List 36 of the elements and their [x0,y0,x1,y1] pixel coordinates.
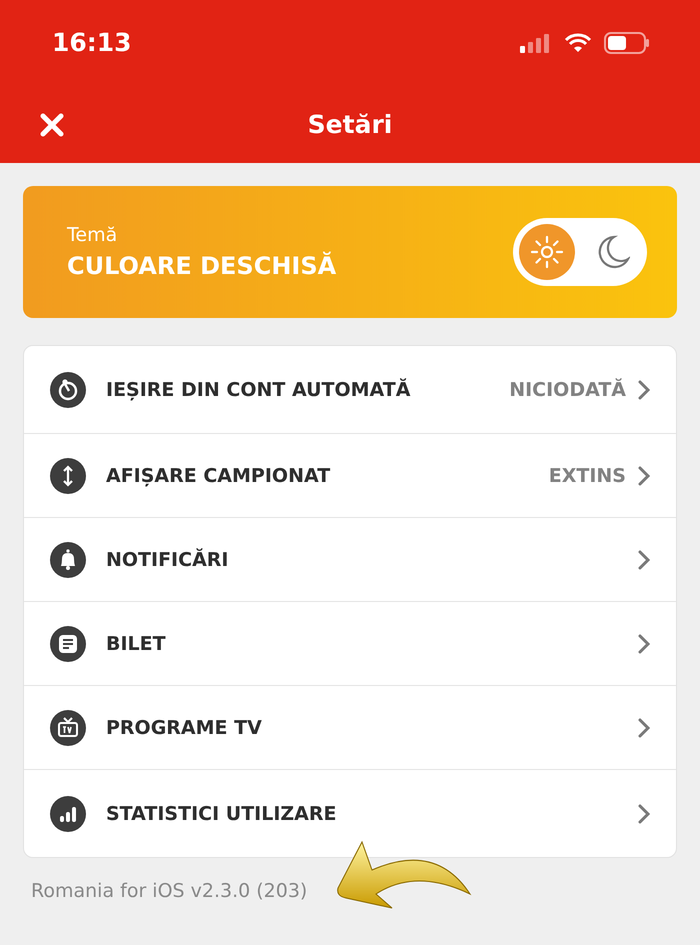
chevron-icon [638,718,650,738]
setting-value: EXTINS [548,464,626,486]
battery-icon [604,32,650,54]
tv-icon [50,710,86,746]
setting-label: NOTIFICĂRI [106,548,230,570]
chevron-icon [638,634,650,654]
wifi-icon [564,32,592,52]
settings-row[interactable]: PROGRAME TV [24,685,676,769]
bar-chart-icon [50,796,86,832]
document-icon [50,626,86,662]
theme-value: CULOARE DESCHISĂ [67,252,336,280]
setting-label: AFIȘARE CAMPIONAT [106,464,332,486]
status-time: 16:13 [52,28,132,57]
chevron-icon [638,550,650,570]
setting-label: PROGRAME TV [106,716,263,738]
signal-icon [520,32,552,52]
settings-row[interactable]: BILET [24,601,676,685]
settings-row[interactable]: IEȘIRE DIN CONT AUTOMATĂ NICIODATĂ [24,346,676,433]
stopwatch-icon [50,372,86,408]
screen-title: Setări [308,110,392,138]
chevron-icon [638,804,650,824]
bell-icon [50,542,86,578]
chevron-icon [638,380,650,400]
version-text: Romania for iOS v2.3.0 (203) [31,880,308,902]
moon-icon [596,234,630,270]
chevron-icon [638,466,650,486]
setting-label: STATISTICI UTILIZARE [106,802,338,824]
settings-row[interactable]: NOTIFICĂRI [24,517,676,601]
settings-row[interactable]: AFIȘARE CAMPIONAT EXTINS [24,433,676,517]
setting-label: IEȘIRE DIN CONT AUTOMATĂ [106,378,412,400]
settings-row[interactable]: STATISTICI UTILIZARE [24,769,676,857]
setting-value: NICIODATĂ [509,378,626,400]
theme-label: Temă [67,224,118,246]
sun-icon [528,233,566,271]
setting-label: BILET [106,632,167,654]
theme-option[interactable] [519,224,575,280]
